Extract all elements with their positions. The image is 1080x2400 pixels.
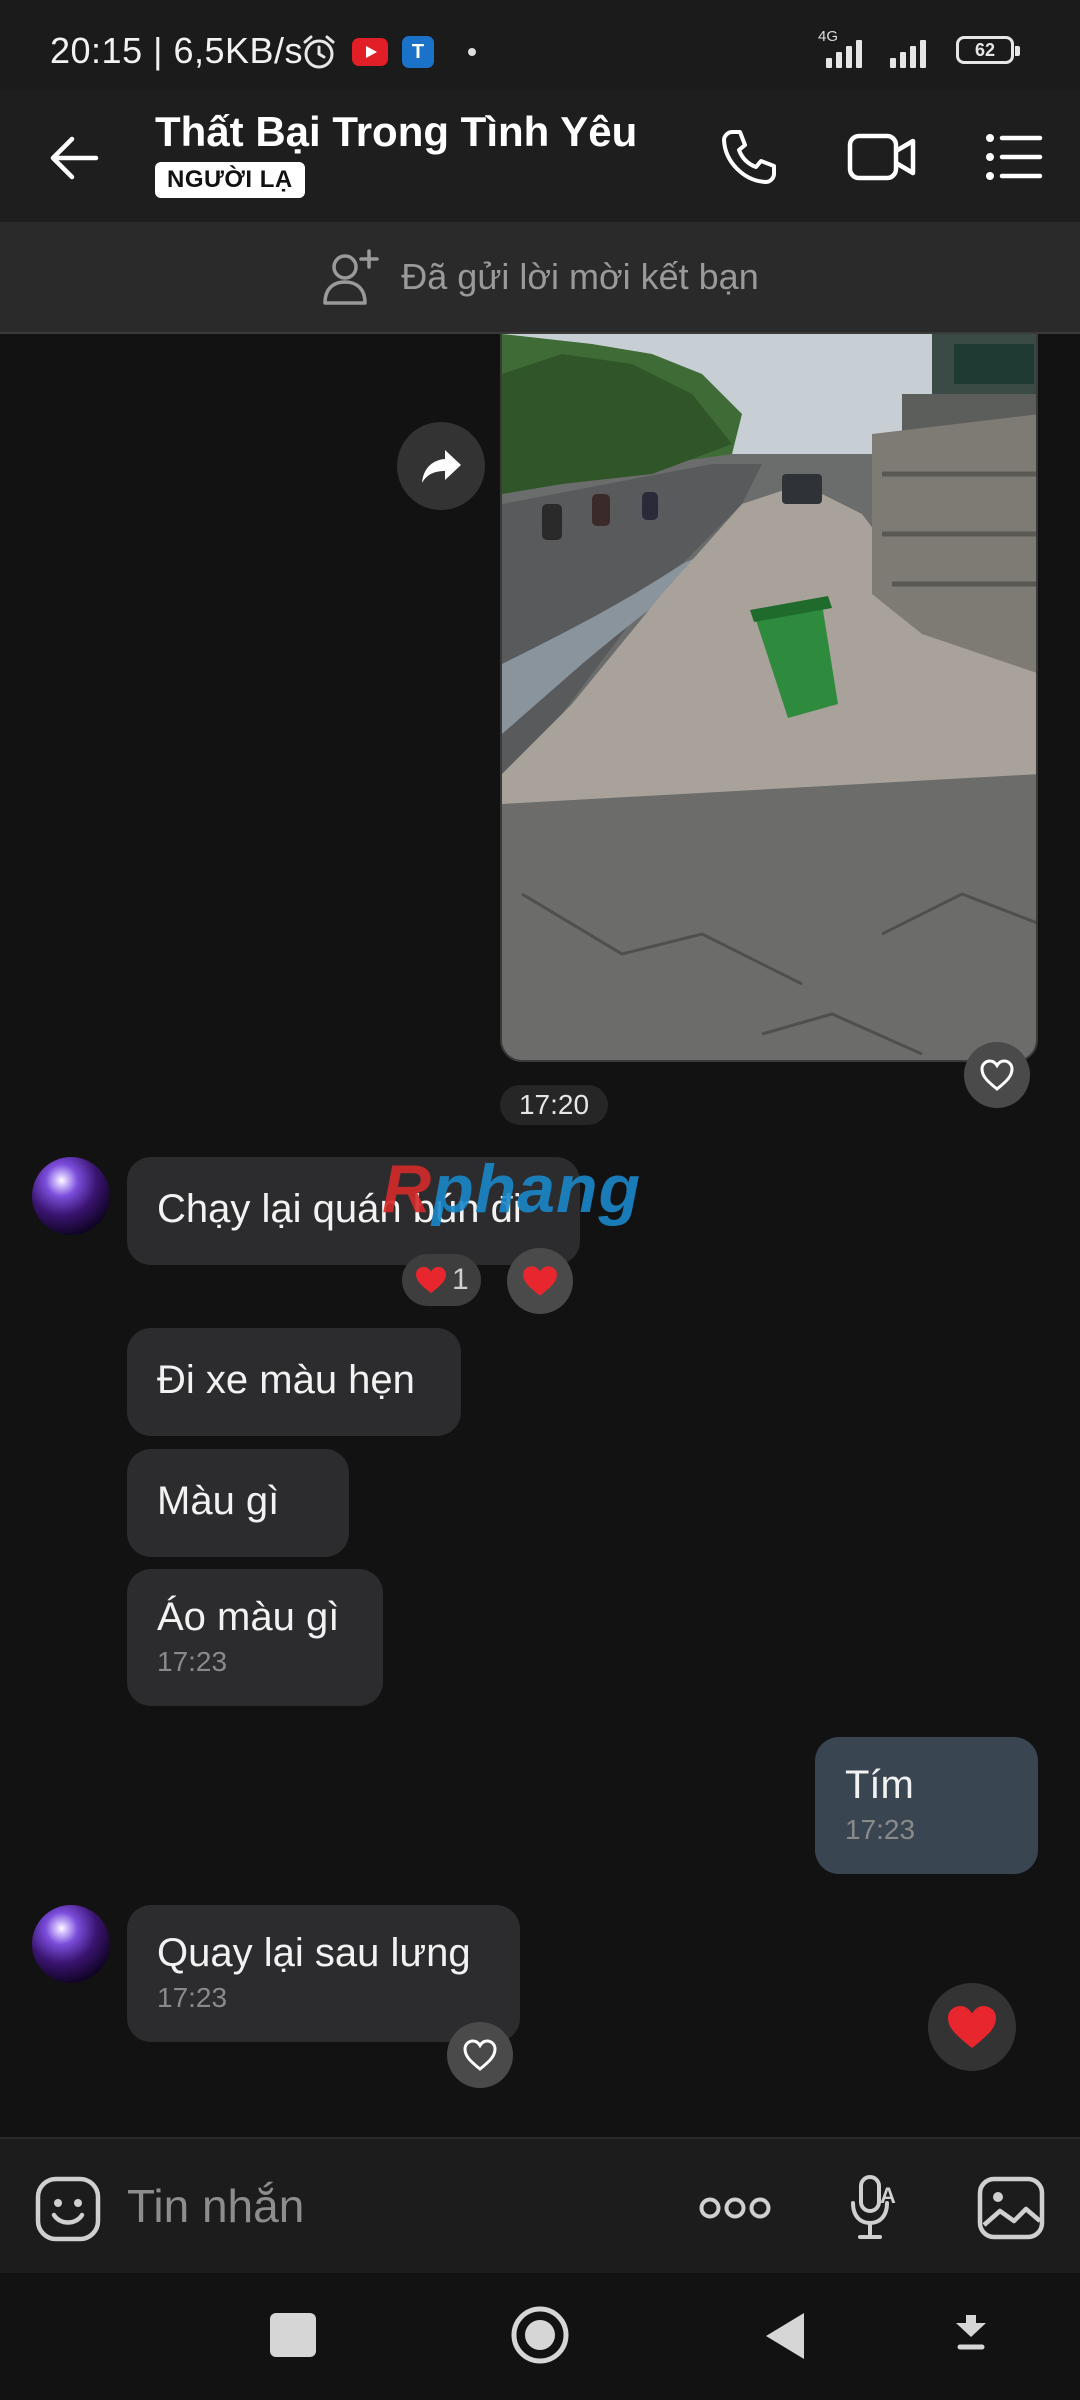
system-nav-bar: [0, 2273, 1080, 2400]
hide-nav-button[interactable]: [950, 2313, 992, 2364]
contact-avatar[interactable]: [32, 1905, 110, 1983]
back-arrow-icon[interactable]: [46, 130, 102, 191]
signal-icon: [826, 38, 862, 68]
message-text: Tím: [845, 1763, 914, 1807]
shared-street-photo[interactable]: [500, 332, 1038, 1062]
status-bar: 20:15 | 6,5KB/s T 4G 62: [0, 0, 1080, 90]
share-forward-button[interactable]: [397, 422, 485, 510]
phone-icon[interactable]: [718, 126, 780, 193]
reaction-count: 1: [452, 1263, 469, 1296]
alarm-icon: [303, 35, 335, 69]
voice-to-text-icon[interactable]: A: [848, 2173, 900, 2248]
recent-apps-button[interactable]: [270, 2313, 316, 2357]
contact-avatar[interactable]: [32, 1157, 110, 1235]
list-menu-icon[interactable]: [984, 130, 1044, 189]
message-bubble-incoming[interactable]: Màu gì: [127, 1449, 349, 1557]
gallery-icon[interactable]: [976, 2175, 1046, 2246]
sticker-icon[interactable]: [34, 2175, 102, 2248]
message-input[interactable]: Tin nhắn: [127, 2179, 304, 2233]
heart-icon: [523, 1266, 557, 1296]
message-text: Màu gì: [157, 1479, 280, 1523]
tiki-app-icon: T: [402, 36, 434, 68]
quick-heart-button[interactable]: [928, 1983, 1016, 2071]
photo-react-button[interactable]: [964, 1042, 1030, 1108]
message-text: Quay lại sau lưng: [157, 1931, 471, 1975]
message-time: 17:23: [845, 1814, 916, 1845]
photo-timestamp: 17:20: [500, 1085, 608, 1125]
add-friend-icon: [323, 249, 380, 305]
friend-request-text: Đã gửi lời mời kết bạn: [401, 256, 759, 297]
message-time: 17:23: [157, 1982, 228, 2013]
reaction-summary[interactable]: 1: [402, 1254, 481, 1306]
status-time-speed: 20:15 | 6,5KB/s: [50, 30, 304, 71]
more-notifications-dot: [468, 48, 476, 56]
heart-outline-icon: [463, 2039, 497, 2071]
friend-request-banner: Đã gửi lời mời kết bạn: [0, 222, 1080, 334]
video-camera-icon[interactable]: [846, 130, 918, 189]
message-bubble-incoming[interactable]: Quay lại sau lưng 17:23: [127, 1905, 520, 2042]
stranger-badge: NGƯỜI LẠ: [155, 162, 305, 198]
message-react-button[interactable]: [447, 2022, 513, 2088]
status-app-icons: T: [300, 32, 476, 72]
chat-title[interactable]: Thất Bại Trong Tình Yêu: [155, 108, 637, 156]
youtube-icon: [352, 38, 388, 66]
svg-text:A: A: [880, 2183, 896, 2208]
forward-icon: [422, 450, 461, 483]
more-dots-icon[interactable]: [698, 2195, 772, 2226]
message-bubble-incoming[interactable]: Đi xe màu hẹn: [127, 1328, 461, 1436]
message-text: Đi xe màu hẹn: [157, 1358, 415, 1402]
watermark-logo: Rphang: [382, 1151, 642, 1227]
home-button[interactable]: [510, 2305, 570, 2370]
message-time: 17:23: [157, 1646, 228, 1677]
heart-outline-icon: [980, 1059, 1014, 1091]
message-react-button[interactable]: [507, 1248, 573, 1314]
message-composer: Tin nhắn A: [0, 2137, 1080, 2275]
chat-header: Thất Bại Trong Tình Yêu NGƯỜI LẠ: [0, 90, 1080, 222]
message-bubble-outgoing[interactable]: Tím 17:23: [815, 1737, 1038, 1874]
heart-icon: [416, 1266, 446, 1294]
signal-icon-sim2: [890, 38, 926, 68]
battery-indicator: 62: [956, 36, 1020, 64]
message-bubble-incoming[interactable]: Áo màu gì 17:23: [127, 1569, 383, 1706]
back-button[interactable]: [762, 2309, 808, 2368]
heart-icon: [948, 2006, 996, 2048]
message-text: Áo màu gì: [157, 1595, 340, 1639]
